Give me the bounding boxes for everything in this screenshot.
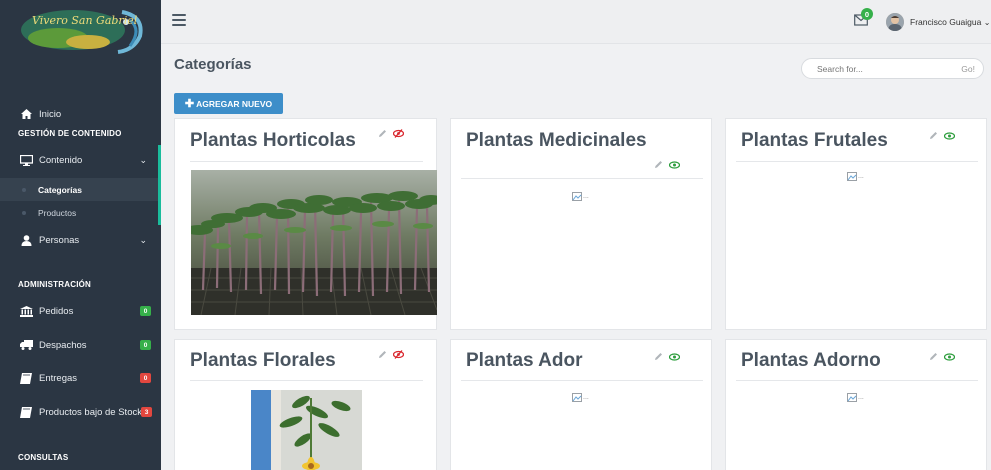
section-title-administracion: ADMINISTRACIÓN: [18, 280, 92, 289]
chevron-down-icon: ⌄: [139, 154, 147, 165]
user-name: Francisco Guaigua: [910, 17, 982, 27]
sidebar-item-stock[interactable]: Productos bajo de Stock 3: [0, 404, 161, 420]
broken-image-alt: ...: [858, 394, 864, 401]
category-card: Plantas Adorno ...: [725, 339, 987, 470]
broken-image-alt: ...: [583, 394, 589, 401]
broken-image-icon: [847, 172, 857, 181]
eye-icon[interactable]: [944, 131, 955, 140]
sidebar-item-label: Entregas: [39, 372, 78, 384]
user-icon: [18, 234, 34, 246]
eye-icon[interactable]: [944, 352, 955, 361]
card-title: Plantas Adorno: [741, 350, 881, 371]
add-new-label: AGREGAR NUEVO: [196, 98, 273, 109]
sidebar-item-label: Pedidos: [39, 305, 74, 317]
home-icon: [18, 109, 34, 119]
avatar[interactable]: [886, 13, 904, 31]
card-title: Plantas Frutales: [741, 130, 888, 151]
sidebar-item-inicio[interactable]: Inicio: [0, 107, 161, 121]
card-title: Plantas Ador: [466, 350, 583, 371]
category-card: Plantas Horticolas: [174, 118, 437, 330]
stock-count-badge: 3: [141, 407, 152, 417]
category-image: [191, 170, 437, 315]
sidebar-item-label: Categorías: [38, 184, 82, 195]
broken-image-icon: [572, 192, 582, 201]
sidebar-item-label: Productos bajo de Stock: [39, 406, 142, 418]
pencil-icon[interactable]: [929, 131, 938, 140]
logo[interactable]: Vivero San Gabriel: [18, 6, 150, 58]
sidebar-subitem-categorias[interactable]: Categorías: [0, 178, 161, 201]
sidebar-item-label: Inicio: [39, 108, 62, 120]
pencil-icon[interactable]: [378, 350, 387, 359]
eye-icon[interactable]: [669, 352, 680, 361]
sidebar-subitem-productos[interactable]: Productos: [0, 201, 161, 224]
sidebar-item-pedidos[interactable]: Pedidos 0: [0, 303, 161, 319]
pencil-icon[interactable]: [654, 352, 663, 361]
topbar: 0 Francisco Guaigua ⌄: [161, 0, 991, 44]
broken-image-alt: ...: [858, 173, 864, 180]
entregas-count-badge: 0: [140, 373, 151, 383]
category-card: Plantas Ador ...: [450, 339, 712, 470]
add-new-button[interactable]: ✚ AGREGAR NUEVO: [174, 93, 283, 114]
truck-icon: [18, 340, 34, 350]
sidebar-item-contenido[interactable]: Contenido ⌄: [0, 152, 161, 168]
category-image: [251, 390, 362, 470]
bank-icon: [18, 305, 34, 317]
search-input[interactable]: [817, 63, 937, 74]
broken-image-alt: ...: [583, 193, 589, 200]
sidebar-item-despachos[interactable]: Despachos 0: [0, 337, 161, 353]
logo-text: Vivero San Gabriel: [32, 14, 138, 27]
card-divider: [736, 161, 978, 162]
card-divider: [736, 380, 978, 381]
sidebar-item-label: Personas: [39, 234, 80, 246]
book-icon: [18, 406, 34, 418]
notification-badge: 0: [861, 8, 873, 20]
sidebar-item-personas[interactable]: Personas ⌄: [0, 232, 161, 248]
category-card: Plantas Medicinales ...: [450, 118, 712, 330]
pencil-icon[interactable]: [378, 129, 387, 138]
eye-slash-icon[interactable]: [393, 350, 404, 359]
sidebar-item-entregas[interactable]: Entregas 0: [0, 370, 161, 386]
category-card: Plantas Frutales ...: [725, 118, 987, 330]
bullet-icon: [22, 187, 26, 192]
card-title: Plantas Medicinales: [466, 130, 647, 151]
desktop-icon: [18, 154, 34, 166]
section-title-consultas: CONSULTAS: [18, 453, 69, 462]
hamburger-icon[interactable]: [172, 14, 186, 26]
broken-image-icon: [847, 393, 857, 402]
card-divider: [461, 178, 703, 179]
pencil-icon[interactable]: [654, 160, 663, 169]
section-title-gestion: GESTIÓN DE CONTENIDO: [18, 129, 122, 138]
category-card: Plantas Florales: [174, 339, 437, 470]
chevron-down-icon: ⌄: [139, 234, 147, 245]
sidebar-item-label: Despachos: [39, 339, 87, 351]
pencil-icon[interactable]: [929, 352, 938, 361]
eye-icon[interactable]: [669, 160, 680, 169]
search-box: Go!: [801, 58, 984, 79]
sidebar-item-label: Contenido: [39, 154, 83, 166]
sidebar: Vivero San Gabriel Inicio GESTIÓN DE CON…: [0, 0, 161, 470]
sidebar-scrollbar[interactable]: [158, 145, 161, 225]
sidebar-item-label: Productos: [38, 207, 77, 218]
plus-icon: ✚: [184, 98, 195, 110]
card-title: Plantas Florales: [190, 350, 336, 371]
chevron-down-icon: ⌄: [983, 18, 991, 27]
eye-slash-icon[interactable]: [393, 129, 404, 138]
page-title: Categorías: [174, 56, 252, 73]
book-icon: [18, 372, 34, 384]
card-divider: [190, 380, 423, 381]
user-menu[interactable]: Francisco Guaigua ⌄: [910, 17, 990, 27]
card-title: Plantas Horticolas: [190, 130, 356, 151]
pedidos-count-badge: 0: [140, 306, 151, 316]
card-divider: [461, 380, 703, 381]
search-go-button[interactable]: Go!: [961, 64, 975, 74]
card-divider: [190, 161, 423, 162]
despachos-count-badge: 0: [140, 340, 151, 350]
broken-image-icon: [572, 393, 582, 402]
bullet-icon: [22, 210, 26, 215]
